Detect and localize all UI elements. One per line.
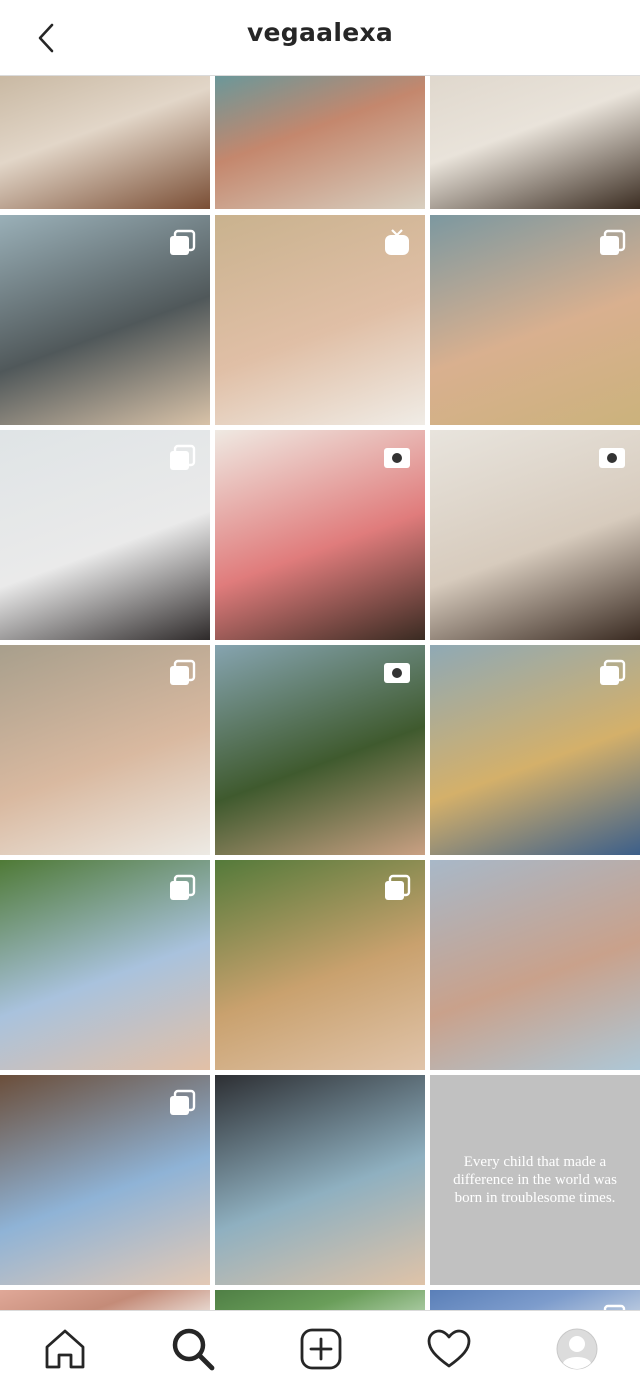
top-bar: vegaalexa — [0, 0, 640, 76]
bottom-tab-bar — [0, 1310, 640, 1386]
igtv-icon — [383, 229, 411, 257]
heart-icon — [427, 1329, 471, 1368]
carousel-icon — [168, 229, 196, 257]
carousel-icon — [598, 229, 626, 257]
carousel-icon — [168, 874, 196, 902]
profile-username: vegaalexa — [246, 18, 394, 47]
tab-activity[interactable] — [425, 1325, 473, 1373]
carousel-icon — [168, 659, 196, 687]
video-icon — [383, 444, 411, 472]
post-thumbnail[interactable] — [0, 645, 210, 855]
posts-grid: Every child that made a difference in th… — [0, 76, 640, 1310]
post-thumbnail[interactable] — [430, 430, 640, 640]
post-thumbnail[interactable] — [215, 645, 425, 855]
post-thumbnail[interactable] — [0, 76, 210, 209]
carousel-icon — [383, 874, 411, 902]
video-icon — [383, 659, 411, 687]
post-thumbnail[interactable] — [430, 1290, 640, 1310]
post-thumbnail[interactable] — [0, 430, 210, 640]
post-quote-text: Every child that made a difference in th… — [453, 1154, 617, 1206]
post-thumbnail[interactable] — [430, 76, 640, 209]
post-thumbnail[interactable] — [430, 860, 640, 1070]
carousel-icon — [168, 1089, 196, 1117]
profile-avatar-icon — [556, 1328, 598, 1370]
home-icon — [45, 1329, 85, 1369]
carousel-icon — [598, 659, 626, 687]
post-thumbnail[interactable] — [0, 1290, 210, 1310]
tab-profile[interactable] — [553, 1325, 601, 1373]
post-thumbnail[interactable] — [215, 215, 425, 425]
post-thumbnail[interactable]: Every child that made a difference in th… — [430, 1075, 640, 1285]
post-thumbnail[interactable] — [215, 1075, 425, 1285]
post-thumbnail[interactable] — [0, 215, 210, 425]
search-icon — [172, 1328, 215, 1371]
post-thumbnail[interactable] — [430, 645, 640, 855]
post-thumbnail[interactable] — [0, 860, 210, 1070]
tab-home[interactable] — [41, 1325, 89, 1373]
post-thumbnail[interactable] — [215, 1290, 425, 1310]
post-thumbnail[interactable] — [430, 215, 640, 425]
add-post-icon — [300, 1328, 342, 1370]
carousel-icon — [168, 444, 196, 472]
post-thumbnail[interactable] — [0, 1075, 210, 1285]
tab-search[interactable] — [169, 1325, 217, 1373]
post-thumbnail[interactable] — [215, 860, 425, 1070]
post-thumbnail[interactable] — [215, 76, 425, 209]
tab-new-post[interactable] — [297, 1325, 345, 1373]
post-thumbnail[interactable] — [215, 430, 425, 640]
video-icon — [598, 444, 626, 472]
